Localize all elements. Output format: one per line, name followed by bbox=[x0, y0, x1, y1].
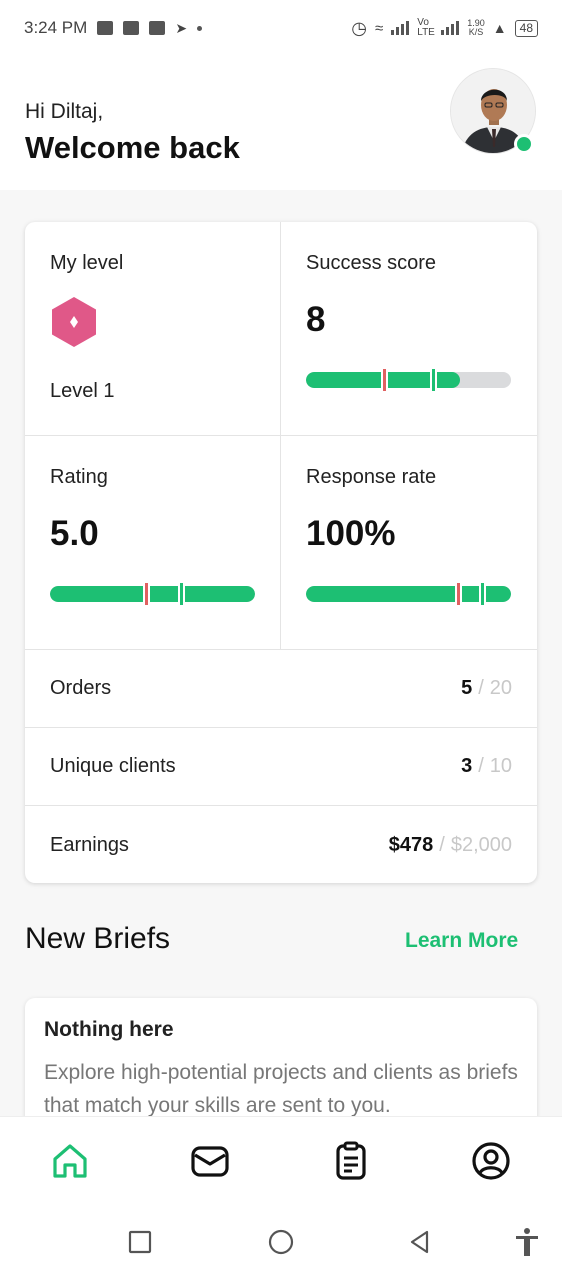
rating-value: 5.0 bbox=[50, 514, 99, 553]
nav-inbox[interactable] bbox=[188, 1139, 232, 1183]
success-score-label: Success score bbox=[306, 252, 437, 274]
unique-clients-label: Unique clients bbox=[50, 755, 176, 777]
progress-marker-red bbox=[380, 369, 388, 391]
signal-icon bbox=[391, 21, 410, 35]
gallery-icon bbox=[149, 21, 166, 35]
circle-icon bbox=[268, 1229, 294, 1255]
rating-cell: Rating 5.0 bbox=[25, 436, 281, 650]
progress-fill bbox=[50, 586, 255, 602]
briefs-empty-text: Explore high-potential projects and clie… bbox=[44, 1061, 518, 1117]
orders-value: 5 bbox=[461, 677, 473, 699]
success-score-value: 8 bbox=[306, 300, 326, 339]
unique-clients-value: 3 bbox=[461, 755, 473, 777]
learn-more-link[interactable]: Learn More bbox=[405, 929, 518, 953]
recents-button[interactable] bbox=[124, 1226, 156, 1258]
profile-icon bbox=[472, 1142, 510, 1180]
success-score-bar bbox=[306, 369, 511, 391]
orders-icon bbox=[336, 1141, 366, 1180]
earnings-separator: / bbox=[439, 833, 445, 856]
mail-icon bbox=[191, 1146, 229, 1177]
back-triangle-icon bbox=[410, 1230, 429, 1254]
progress-track bbox=[50, 586, 255, 602]
wifi-icon: ≈ bbox=[375, 19, 384, 37]
level-value: Level 1 bbox=[50, 380, 115, 402]
response-rate-value: 100% bbox=[306, 514, 396, 553]
level-badge-icon bbox=[52, 297, 96, 347]
unique-clients-separator: / bbox=[478, 755, 484, 777]
square-icon bbox=[128, 1230, 152, 1254]
orders-label: Orders bbox=[50, 677, 112, 699]
arrow-icon: ➤ bbox=[175, 19, 188, 36]
nav-profile[interactable] bbox=[469, 1139, 513, 1183]
progress-track bbox=[306, 372, 511, 388]
progress-marker-green bbox=[178, 583, 186, 605]
page-title: Welcome back bbox=[25, 130, 240, 165]
progress-marker-red bbox=[143, 583, 151, 605]
status-time: 3:24 PM bbox=[24, 18, 88, 37]
unique-clients-target: 10 bbox=[489, 755, 512, 777]
success-score-cell: Success score 8 bbox=[281, 222, 537, 436]
earnings-target: $2,000 bbox=[450, 833, 512, 856]
more-dot-icon bbox=[197, 25, 203, 31]
alarm-icon: ◷ bbox=[351, 17, 368, 38]
unique-clients-row[interactable]: Unique clients 3 / 10 bbox=[25, 728, 537, 806]
accessibility-button[interactable] bbox=[511, 1226, 543, 1258]
orders-target: 20 bbox=[489, 677, 512, 699]
online-status-indicator bbox=[514, 134, 534, 154]
home-icon bbox=[53, 1144, 87, 1178]
response-rate-cell: Response rate 100% bbox=[281, 436, 537, 650]
greeting: Hi Diltaj, bbox=[25, 100, 104, 123]
status-bar: 3:24 PM ➤ ◷ ≈ Vo LTE 1.90 K/S ▲ 48 bbox=[0, 0, 562, 56]
orders-separator: / bbox=[478, 677, 484, 699]
level-cell: My level Level 1 bbox=[25, 222, 281, 436]
briefs-empty-title: Nothing here bbox=[44, 1018, 174, 1041]
data-icon: ▲ bbox=[492, 20, 507, 36]
bottom-nav bbox=[0, 1116, 562, 1206]
stats-card: My level Level 1 Success score 8 Rating … bbox=[25, 222, 537, 883]
response-rate-bar bbox=[306, 583, 511, 605]
progress-marker-green bbox=[430, 369, 438, 391]
response-rate-label: Response rate bbox=[306, 466, 437, 488]
orders-row[interactable]: Orders 5 / 20 bbox=[25, 650, 537, 728]
notification-icon bbox=[97, 21, 114, 35]
rating-label: Rating bbox=[50, 466, 108, 488]
earnings-row[interactable]: Earnings $478 / $2,000 bbox=[25, 806, 537, 883]
earnings-label: Earnings bbox=[50, 833, 129, 856]
battery-icon: 48 bbox=[514, 19, 538, 37]
signal-icon bbox=[441, 21, 460, 35]
progress-marker-red bbox=[454, 583, 462, 605]
network-speed: 1.90 K/S bbox=[467, 18, 485, 37]
header: Hi Diltaj, Welcome back bbox=[0, 56, 562, 190]
nav-orders[interactable] bbox=[329, 1139, 373, 1183]
back-button[interactable] bbox=[404, 1226, 436, 1258]
volte-label: Vo LTE bbox=[417, 17, 435, 38]
earnings-value: $478 bbox=[388, 833, 434, 856]
notification-icon bbox=[123, 21, 140, 35]
briefs-title: New Briefs bbox=[25, 922, 171, 955]
nav-home[interactable] bbox=[48, 1139, 92, 1183]
accessibility-icon bbox=[516, 1228, 538, 1256]
level-label: My level bbox=[50, 252, 124, 274]
rating-bar bbox=[50, 583, 255, 605]
system-nav-bar bbox=[0, 1206, 562, 1280]
home-system-button[interactable] bbox=[265, 1226, 297, 1258]
progress-marker-green bbox=[479, 583, 487, 605]
